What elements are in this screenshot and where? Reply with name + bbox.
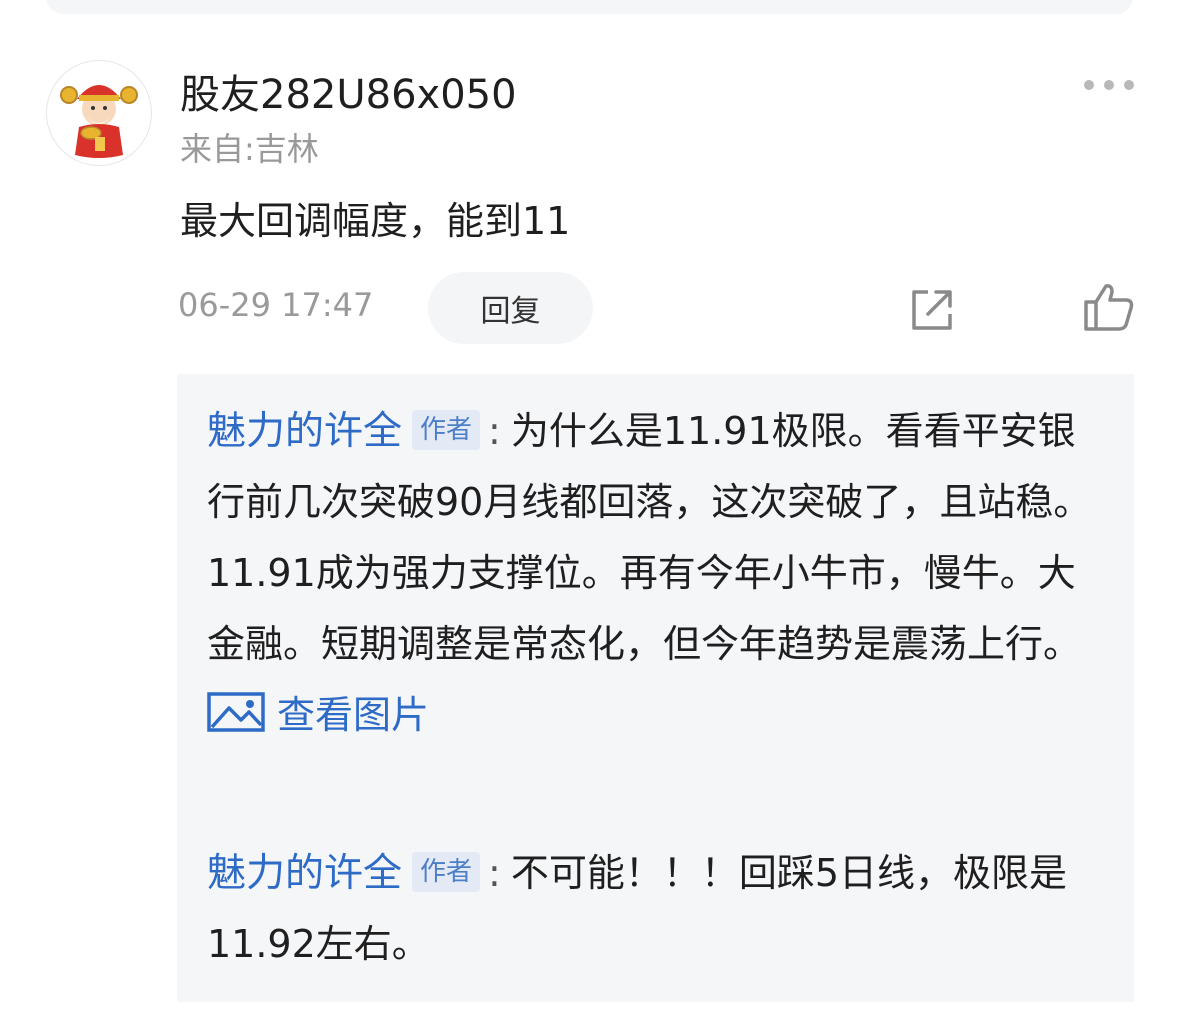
reply-colon: : — [488, 409, 501, 453]
location-label: 来自:吉林 — [180, 130, 319, 168]
timestamp: 06-29 17:47 — [178, 286, 374, 324]
reply-item: 魅力的许全 作者: 不可能！！！回踩5日线，极限是11.92左右。 — [207, 838, 1107, 980]
share-icon[interactable] — [908, 286, 956, 334]
thumbs-up-icon[interactable] — [1083, 282, 1135, 332]
reply-author-name[interactable]: 魅力的许全 — [207, 851, 402, 896]
god-of-wealth-icon — [60, 85, 138, 158]
comment-text: 最大回调幅度，能到11 — [180, 199, 571, 243]
more-dots-icon — [1104, 80, 1114, 90]
reply-colon: : — [488, 851, 501, 895]
previous-comment-edge — [46, 0, 1133, 14]
reply-button[interactable]: 回复 — [428, 272, 593, 344]
more-options-button[interactable] — [1084, 70, 1134, 100]
view-image-link[interactable]: 查看图片 — [207, 692, 430, 737]
reply-author-name[interactable]: 魅力的许全 — [207, 409, 402, 454]
replies-panel: 魅力的许全 作者: 为什么是11.91极限。看看平安银行前几次突破90月线都回落，这… — [177, 374, 1134, 1002]
avatar[interactable] — [46, 60, 152, 166]
username[interactable]: 股友282U86x050 — [180, 62, 517, 120]
author-badge: 作者 — [412, 852, 481, 892]
image-icon — [207, 692, 265, 732]
more-dots-icon — [1084, 80, 1094, 90]
view-image-link-text: 查看图片 — [277, 693, 430, 737]
more-dots-icon — [1124, 80, 1134, 90]
author-badge: 作者 — [412, 410, 481, 450]
reply-item: 魅力的许全 作者: 为什么是11.91极限。看看平安银行前几次突破90月线都回落，这… — [207, 396, 1107, 751]
